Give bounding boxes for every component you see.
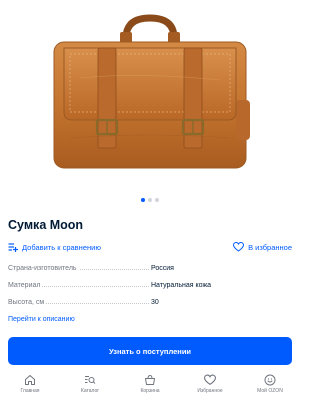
tab-cart[interactable]: Корзина: [122, 374, 178, 394]
spec-value: Россия: [151, 265, 174, 272]
profile-smile-icon: [264, 374, 276, 386]
product-specs: Страна-изготовитель Россия Материал Нату…: [8, 260, 292, 311]
spec-row: Страна-изготовитель Россия: [8, 260, 292, 277]
heart-outline-icon: [233, 242, 245, 252]
home-icon: [25, 375, 35, 385]
catalog-search-icon: [85, 376, 96, 384]
product-gallery[interactable]: [0, 0, 300, 198]
tab-label: Каталог: [80, 388, 100, 394]
heart-icon: [204, 374, 216, 386]
tab-label: Мой OZON: [257, 388, 283, 394]
spec-value: 30: [151, 299, 159, 306]
add-to-list-icon: [8, 243, 18, 252]
add-to-compare-button[interactable]: Добавить к сравнению: [8, 242, 101, 252]
product-title: Сумка Moon: [8, 218, 84, 232]
spec-row: Высота, см 30: [8, 294, 292, 311]
bottom-tab-bar: Главная Каталог Корзина Избранное Мой OZ…: [0, 370, 300, 400]
spec-label: Материал: [8, 282, 43, 289]
add-to-favorites-button[interactable]: В избранное: [233, 242, 292, 252]
tab-favorites[interactable]: Избранное: [182, 374, 238, 394]
notify-availability-button[interactable]: Узнать о поступлении: [8, 337, 292, 365]
product-actions: Добавить к сравнению В избранное: [8, 240, 292, 254]
spec-row: Материал Натуральная кожа: [8, 277, 292, 294]
gallery-dot-active[interactable]: [141, 198, 145, 202]
add-to-favorites-label: В избранное: [248, 242, 292, 252]
basket-icon: [145, 374, 155, 385]
tab-my-ozon[interactable]: Мой OZON: [242, 374, 298, 394]
tab-home[interactable]: Главная: [2, 374, 58, 394]
gallery-dot[interactable]: [155, 198, 159, 202]
tab-label: Избранное: [197, 388, 223, 394]
spec-label: Высота, см: [8, 299, 47, 306]
go-to-description-link[interactable]: Перейти к описанию: [8, 316, 75, 323]
tab-catalog[interactable]: Каталог: [62, 374, 118, 394]
gallery-pagination: [0, 198, 300, 204]
add-to-compare-label: Добавить к сравнению: [22, 242, 101, 252]
product-image[interactable]: [40, 8, 260, 176]
tab-label: Главная: [20, 388, 40, 394]
spec-label: Страна-изготовитель: [8, 265, 79, 272]
gallery-dot[interactable]: [148, 198, 152, 202]
tab-label: Корзина: [140, 388, 160, 394]
spec-value: Натуральная кожа: [151, 282, 212, 289]
